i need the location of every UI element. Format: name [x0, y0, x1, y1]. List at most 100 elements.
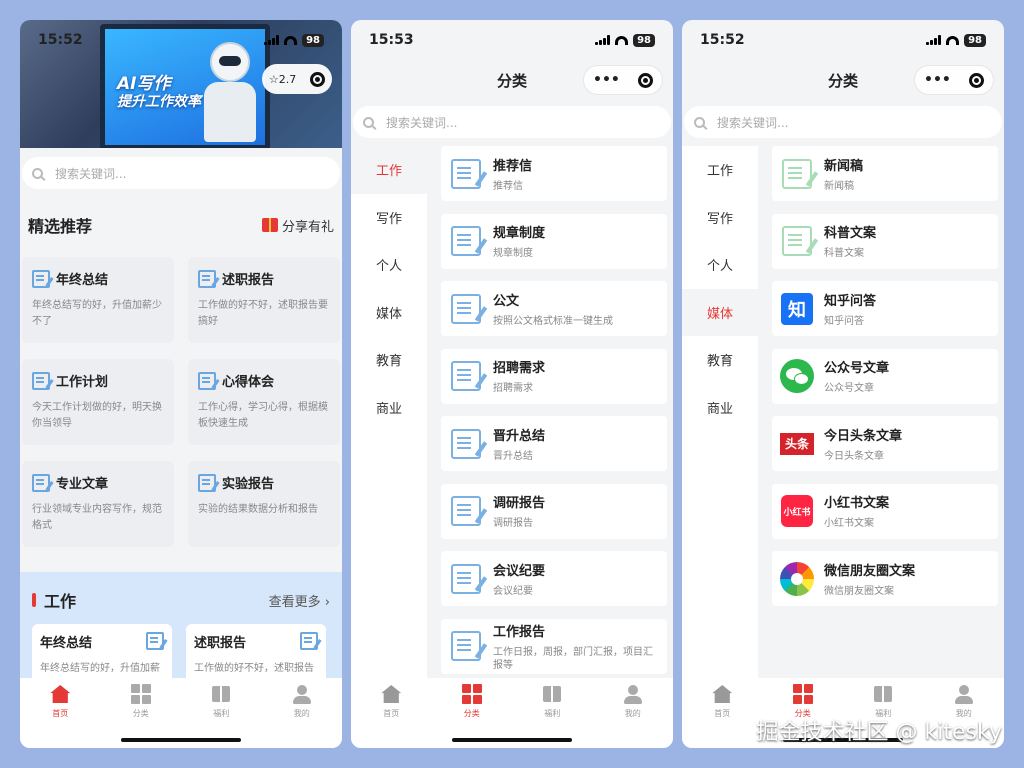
work-card-desc: 工作做的好不好，述职报告	[194, 663, 314, 674]
page-title: 分类	[496, 71, 527, 90]
item-desc: 今日头条文章	[824, 450, 884, 462]
list-item[interactable]: 公文 按照公文格式标准一键生成	[441, 281, 667, 336]
tab-home[interactable]: 首页	[692, 684, 752, 748]
category-personal[interactable]: 个人	[682, 241, 758, 289]
edit-doc-icon	[300, 632, 318, 650]
item-desc: 小红书文案	[824, 518, 874, 529]
card-experience[interactable]: 心得体会 工作心得，学习心得，根据模板快速生成	[188, 359, 340, 445]
item-title: 规章制度	[493, 226, 546, 241]
more-dots-icon[interactable]: •••	[924, 72, 951, 88]
more-dots-icon[interactable]: •••	[593, 72, 620, 88]
close-miniprogram-icon[interactable]	[637, 72, 653, 88]
edit-doc-icon	[146, 632, 164, 650]
work-card-title: 年终总结	[40, 636, 93, 651]
category-work[interactable]: 工作	[351, 146, 427, 194]
category-business[interactable]: 商业	[682, 384, 758, 432]
close-miniprogram-icon[interactable]	[968, 72, 984, 88]
template-list: 新闻稿 新闻稿 科普文案 科普文案 知知乎问答 知乎问答 公众号文章 公众号文章 头条今…	[772, 146, 998, 678]
search-placeholder: 搜索关键词...	[717, 115, 789, 130]
tab-label: 首页	[383, 709, 400, 718]
category-business[interactable]: 商业	[351, 384, 427, 432]
search-input[interactable]: 搜索关键词...	[353, 106, 671, 138]
list-item[interactable]: 头条 今日头条文章 今日头条文章	[772, 416, 998, 471]
tab-label: 首页	[52, 709, 69, 718]
item-desc: 推荐信	[493, 180, 523, 192]
list-item[interactable]: 晋升总结 晋升总结	[441, 416, 667, 471]
tab-mine[interactable]: 我的	[603, 684, 663, 748]
item-title: 调研报告	[493, 496, 546, 511]
list-item[interactable]: 微信朋友圈文案 微信朋友圈文案	[772, 551, 998, 606]
category-writing[interactable]: 写作	[351, 194, 427, 242]
tab-mine[interactable]: 我的	[272, 684, 332, 748]
list-item[interactable]: 小红书 小红书文案 小红书文案	[772, 483, 998, 539]
card-title: 年终总结	[56, 273, 109, 288]
share-button[interactable]: 分享有礼	[261, 216, 334, 235]
category-personal[interactable]: 个人	[351, 241, 427, 289]
status-bar: 15:53 98	[351, 20, 673, 60]
moments-icon	[780, 561, 814, 596]
banner-line2: 提升工作效率	[117, 94, 201, 110]
category-education[interactable]: 教育	[351, 336, 427, 384]
zhihu-icon: 知	[781, 292, 813, 325]
tab-label: 福利	[213, 709, 230, 718]
category-media[interactable]: 媒体	[682, 288, 758, 336]
card-professional-article[interactable]: 专业文章 行业领域专业内容写作，规范格式	[22, 461, 174, 547]
card-work-plan[interactable]: 工作计划 今天工作计划做的好，明天换你当领导	[22, 359, 174, 445]
miniprogram-capsule[interactable]: ☆2.7	[262, 64, 332, 94]
list-item[interactable]: 会议纪要 会议纪要	[441, 551, 667, 606]
work-card-desc: 年终总结写的好，升值加薪	[40, 663, 160, 674]
miniprogram-capsule[interactable]: •••	[914, 65, 994, 95]
status-time: 15:52	[700, 32, 745, 48]
tab-label: 福利	[544, 709, 561, 718]
status-bar: 15:52 98	[20, 20, 342, 60]
home-icon	[712, 685, 733, 703]
list-item[interactable]: 调研报告 调研报告	[441, 483, 667, 539]
miniprogram-capsule[interactable]: •••	[583, 65, 663, 95]
category-education[interactable]: 教育	[682, 336, 758, 384]
list-item[interactable]: 公众号文章 公众号文章	[772, 348, 998, 404]
rating-text: ☆2.7	[268, 72, 297, 86]
user-icon	[954, 684, 973, 704]
edit-doc-icon	[198, 371, 216, 390]
item-desc: 新闻稿	[824, 180, 854, 192]
card-year-summary[interactable]: 年终总结 年终总结写的好，升值加薪少不了	[22, 257, 174, 343]
category-screen-media: 15:52 98 分类 ••• 搜索关键词... 工作 写作 个人 媒体 教育 …	[682, 20, 1004, 748]
tab-home[interactable]: 首页	[361, 684, 421, 748]
grid-icon	[130, 684, 151, 704]
category-work[interactable]: 工作	[682, 146, 758, 194]
category-screen-work: 15:53 98 分类 ••• 搜索关键词... 工作 写作 个人 媒体 教育 …	[351, 20, 673, 748]
wifi-icon	[946, 35, 960, 45]
item-title: 推荐信	[493, 158, 533, 174]
see-more-link[interactable]: 查看更多 ›	[269, 591, 330, 610]
user-icon	[623, 684, 642, 704]
search-icon	[363, 116, 374, 128]
card-desc: 工作心得，学习心得，根据模板快速生成	[198, 402, 328, 429]
featured-cards: 年终总结 年终总结写的好，升值加薪少不了 述职报告 工作做的好不好，述职报告要搞好 …	[22, 257, 342, 547]
card-work-report[interactable]: 述职报告 工作做的好不好，述职报告要搞好	[188, 257, 340, 343]
category-writing[interactable]: 写作	[682, 194, 758, 242]
home-icon	[50, 685, 71, 703]
home-icon	[381, 685, 402, 703]
category-media[interactable]: 媒体	[351, 289, 427, 337]
edit-doc-icon	[451, 428, 481, 459]
list-item[interactable]: 新闻稿 新闻稿	[772, 146, 998, 201]
close-miniprogram-icon[interactable]	[310, 71, 326, 87]
tab-home[interactable]: 首页	[30, 684, 90, 748]
edit-doc-icon	[32, 371, 50, 390]
work-card-year-summary[interactable]: 年终总结年终总结写的好，升值加薪	[32, 624, 172, 684]
item-title: 新闻稿	[824, 158, 864, 174]
list-item[interactable]: 推荐信 推荐信	[441, 146, 667, 201]
list-item[interactable]: 工作报告 工作日报，周报，部门汇报，项目汇报等	[441, 618, 667, 674]
card-lab-report[interactable]: 实验报告 实验的结果数据分析和报告	[188, 461, 340, 547]
edit-doc-icon	[782, 158, 812, 189]
list-item[interactable]: 招聘需求 招聘需求	[441, 348, 667, 404]
list-item[interactable]: 知知乎问答 知乎问答	[772, 281, 998, 336]
edit-doc-icon	[451, 293, 481, 324]
search-input[interactable]: 搜索关键词...	[22, 157, 340, 189]
item-title: 招聘需求	[493, 361, 546, 376]
toutiao-icon: 头条	[780, 432, 814, 455]
list-item[interactable]: 规章制度 规章制度	[441, 213, 667, 269]
search-input[interactable]: 搜索关键词...	[684, 106, 1002, 138]
work-card-work-report[interactable]: 述职报告 工作做的好不好，述职报告	[186, 624, 326, 684]
list-item[interactable]: 科普文案 科普文案	[772, 213, 998, 269]
